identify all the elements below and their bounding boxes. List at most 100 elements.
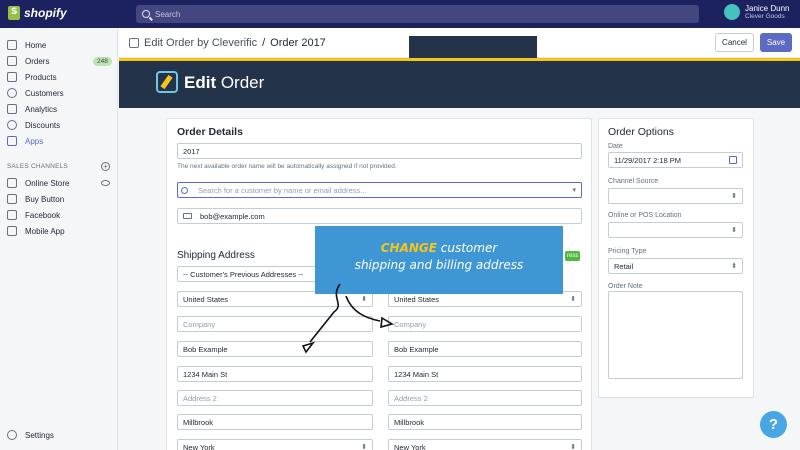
sidebar-item-buy-button[interactable]: Buy Button — [7, 192, 64, 206]
home-icon — [7, 40, 17, 50]
sidebar-item-orders[interactable]: Orders — [7, 54, 49, 68]
orders-count-badge: 248 — [93, 57, 112, 66]
order-name-input[interactable]: 2017 — [177, 143, 582, 159]
chevron-updown-icon: ⬍ — [731, 227, 737, 234]
callout-line-1-rest: customer — [436, 241, 498, 255]
status-badge: ress — [565, 251, 581, 261]
billing-city-input[interactable]: Millbrook — [388, 414, 582, 430]
channel-source-label: Channel Source — [608, 178, 659, 185]
chevron-updown-icon: ⬍ — [570, 296, 576, 303]
customer-email-field[interactable]: bob@example.com — [177, 208, 582, 224]
buy-button-icon — [7, 194, 17, 204]
callout-line-2: shipping and billing address — [354, 258, 524, 272]
billing-name-input[interactable]: Bob Example — [388, 341, 582, 357]
tutorial-callout: CHANGE customer shipping and billing add… — [315, 226, 563, 294]
facebook-icon — [7, 210, 17, 220]
billing-state-select[interactable]: New York ⬍ — [388, 439, 582, 450]
order-note-textarea[interactable] — [608, 291, 743, 379]
orders-icon — [7, 56, 17, 66]
store-icon — [7, 178, 17, 188]
sidebar-item-label: Orders — [25, 56, 50, 66]
shipping-name-input[interactable]: Bob Example — [177, 341, 373, 357]
sidebar-item-mobile-app[interactable]: Mobile App — [7, 224, 65, 238]
sidebar-item-label: Apps — [25, 136, 44, 146]
order-name-help: The next available order name will be au… — [177, 163, 397, 170]
chevron-updown-icon: ⬍ — [361, 444, 367, 450]
billing-company-input[interactable]: Company — [388, 316, 582, 332]
sidebar-item-label: Products — [25, 72, 57, 82]
shipping-address2-input[interactable]: Address 2 — [177, 390, 373, 406]
breadcrumb-app[interactable]: Edit Order by Cleverific — [144, 37, 257, 49]
sidebar-item-settings[interactable]: Settings — [7, 430, 54, 440]
billing-address2-input[interactable]: Address 2 — [388, 390, 582, 406]
sidebar-item-label: Mobile App — [25, 226, 65, 236]
date-input[interactable]: 11/29/2017 2:18 PM — [608, 152, 743, 168]
sidebar-item-label: Online Store — [25, 178, 70, 188]
customer-email: bob@example.com — [200, 211, 265, 221]
billing-country-value: United States — [394, 294, 440, 304]
billing-state-value: New York — [394, 442, 426, 450]
store-name: Clever Goods — [745, 13, 785, 20]
sidebar-item-label: Analytics — [25, 104, 58, 114]
shopify-logo[interactable]: shopify — [8, 6, 67, 20]
sidebar-item-apps[interactable]: Apps — [7, 134, 43, 148]
customer-search-input[interactable]: Search for a customer by name or email a… — [177, 182, 582, 198]
brand-name: shopify — [24, 6, 67, 20]
order-details-title: Order Details — [177, 126, 243, 138]
eye-icon[interactable] — [101, 180, 110, 186]
sidebar-item-home[interactable]: Home — [7, 38, 46, 52]
top-bar: shopify Search Janice Dunn Clever Goods — [0, 0, 800, 28]
date-value: 11/29/2017 2:18 PM — [614, 155, 681, 165]
shipping-state-select[interactable]: New York ⬍ — [177, 439, 373, 450]
sidebar-item-analytics[interactable]: Analytics — [7, 102, 57, 116]
add-channel-icon[interactable]: + — [101, 162, 110, 171]
cancel-button[interactable]: Cancel — [715, 33, 754, 52]
sidebar-item-customers[interactable]: Customers — [7, 86, 64, 100]
shipping-address1-input[interactable]: 1234 Main St — [177, 366, 373, 382]
calendar-icon[interactable] — [729, 156, 737, 164]
sidebar-item-products[interactable]: Products — [7, 70, 57, 84]
sidebar-item-online-store[interactable]: Online Store — [7, 176, 69, 190]
sidebar-item-label: Settings — [25, 430, 54, 440]
banner-title: Edit Order — [184, 73, 264, 93]
banner-title-bold: Edit — [184, 73, 217, 92]
search-placeholder: Search — [155, 9, 181, 19]
sidebar-item-label: Discounts — [25, 120, 61, 130]
shipping-address-title: Shipping Address — [177, 250, 255, 261]
tag-icon — [7, 72, 17, 82]
pricing-type-value: Retail — [614, 261, 634, 271]
sidebar-item-discounts[interactable]: Discounts — [7, 118, 60, 132]
date-label: Date — [608, 143, 623, 150]
user-menu[interactable]: Janice Dunn Clever Goods — [724, 4, 789, 20]
location-select[interactable]: ⬍ — [608, 222, 743, 238]
breadcrumb: Edit Order by Cleverific / Order 2017 — [129, 37, 326, 49]
help-button[interactable]: ? — [760, 411, 787, 438]
edit-pencil-icon — [156, 71, 178, 93]
gear-icon — [7, 430, 17, 440]
person-icon — [7, 88, 17, 98]
previous-addresses-value: -- Customer's Previous Addresses -- — [183, 269, 304, 279]
search-icon — [181, 186, 188, 194]
shipping-state-value: New York — [183, 442, 215, 450]
chevron-down-icon: ▾ — [572, 187, 576, 194]
page-header: Edit Order by Cleverific / Order 2017 Ca… — [119, 28, 800, 58]
mail-icon — [183, 213, 192, 219]
sidebar-item-facebook[interactable]: Facebook — [7, 208, 60, 222]
shipping-city-input[interactable]: Millbrook — [177, 414, 373, 430]
save-button[interactable]: Save — [760, 33, 792, 52]
mobile-icon — [7, 226, 17, 236]
user-name: Janice Dunn — [745, 4, 790, 13]
shipping-company-input[interactable]: Company — [177, 316, 373, 332]
sidebar: Home Orders 248 Products Customers Analy… — [0, 28, 118, 450]
chevron-updown-icon: ⬍ — [731, 193, 737, 200]
breadcrumb-separator: / — [262, 37, 266, 49]
banner-title-rest: Order — [216, 73, 265, 92]
chevron-updown-icon: ⬍ — [361, 296, 367, 303]
pricing-type-select[interactable]: Retail ⬍ — [608, 258, 743, 274]
channel-source-select[interactable]: ⬍ — [608, 188, 743, 204]
search-input[interactable]: Search — [136, 5, 699, 23]
sales-channels-heading: SALES CHANNELS — [7, 163, 68, 170]
chevron-updown-icon: ⬍ — [731, 263, 737, 270]
billing-address1-input[interactable]: 1234 Main St — [388, 366, 582, 382]
chart-icon — [7, 104, 17, 114]
